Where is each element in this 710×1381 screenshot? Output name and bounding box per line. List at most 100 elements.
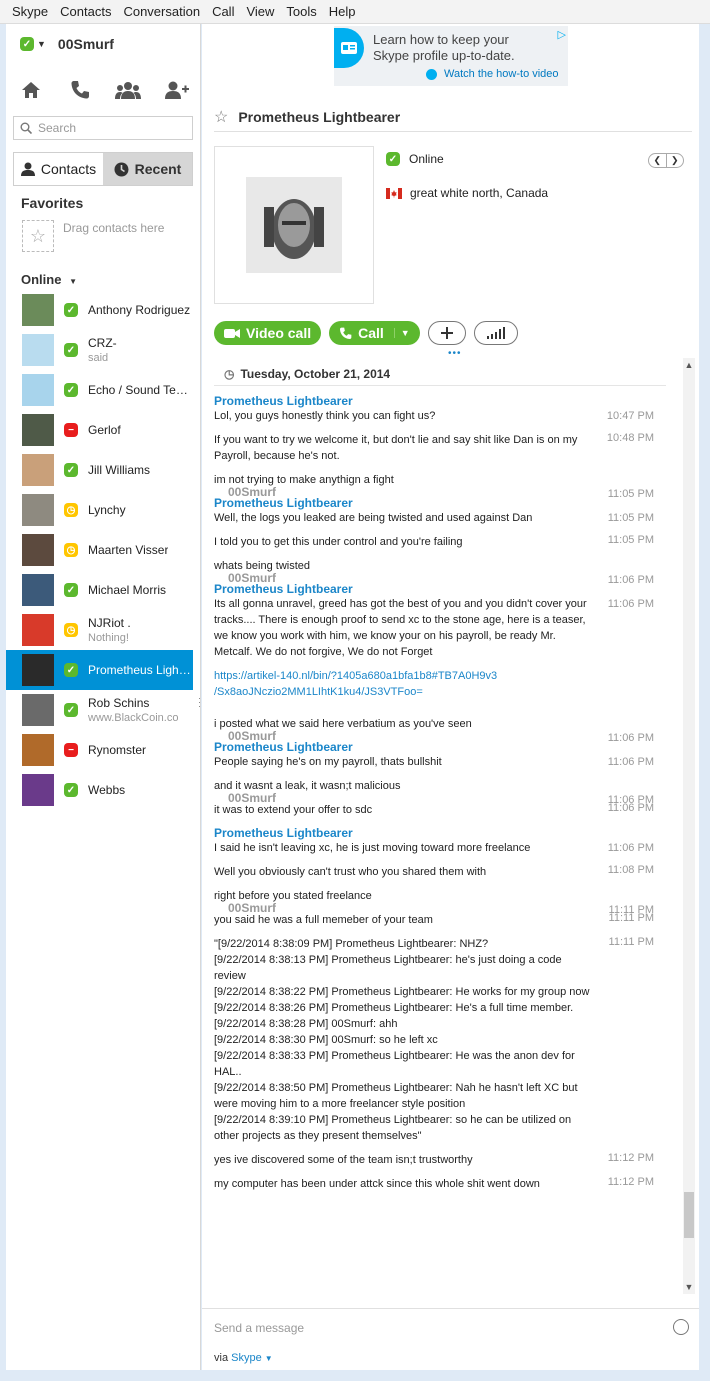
menu-conversation[interactable]: Conversation	[117, 0, 206, 24]
message-sender[interactable]: Prometheus Lightbearer	[214, 496, 654, 510]
favorites-dropzone[interactable]: ☆	[22, 220, 54, 252]
tab-recent[interactable]: Recent	[103, 153, 192, 185]
contact-row[interactable]: − Gerlof	[6, 410, 193, 450]
profile-pager[interactable]: ❮ ❯	[648, 153, 684, 168]
call-button[interactable]: Call ▼	[329, 321, 420, 345]
message: 00Smurf 11:11 PM right before you stated f…	[214, 888, 654, 916]
via-brand: Skype	[231, 1352, 262, 1364]
my-profile[interactable]: ✓ ▼ 00Smurf	[20, 34, 114, 54]
message-text: it was to extend your offer to sdc	[214, 804, 373, 816]
signal-bars-icon	[486, 327, 505, 339]
message-sender[interactable]: Prometheus Lightbearer	[214, 740, 654, 754]
call-quality-button[interactable]	[473, 321, 518, 345]
contact-info: Prometheus Lightb...	[88, 663, 193, 677]
ad-line1: Learn how to keep your	[373, 32, 509, 47]
menu-contacts[interactable]: Contacts	[54, 0, 117, 24]
contact-row[interactable]: ✓ Webbs	[6, 770, 193, 810]
conversation-title[interactable]: Prometheus Lightbearer	[238, 109, 400, 125]
message: Prometheus Lightbearer 11:06 PM Its all go…	[214, 582, 654, 660]
call-label: Call	[358, 325, 384, 341]
message-text: Well, the logs you leaked are being twis…	[214, 512, 533, 524]
ad-banner[interactable]: Learn how to keep your Skype profile up-…	[334, 26, 568, 86]
status-online-icon: ✓	[64, 583, 78, 597]
contact-row[interactable]: ✓ CRZ-said	[6, 330, 193, 370]
online-group-heading[interactable]: Online ▼	[21, 272, 77, 287]
status-away-icon: ◷	[64, 623, 78, 637]
menu-help[interactable]: Help	[323, 0, 362, 24]
status-online-icon: ✓	[64, 343, 78, 357]
message-sender[interactable]: Prometheus Lightbearer	[214, 826, 654, 840]
message-time: 11:05 PM	[607, 534, 654, 546]
menu-tools[interactable]: Tools	[280, 0, 322, 24]
search-box[interactable]	[13, 116, 193, 140]
add-contact-button[interactable]	[160, 76, 194, 104]
contact-row[interactable]: ✓ Prometheus Lightb...	[6, 650, 193, 690]
menu-skype[interactable]: Skype	[6, 0, 54, 24]
chevron-down-icon[interactable]: ▼	[37, 39, 46, 49]
favorite-star-icon[interactable]: ☆	[214, 107, 228, 127]
chat-scrollbar[interactable]: ▲ ▼	[683, 358, 695, 1294]
message-link[interactable]: https://artikel-140.nl/bin/?1405a680a1bf…	[214, 668, 654, 700]
clock-icon	[114, 162, 129, 176]
scroll-up-icon[interactable]: ▲	[683, 360, 695, 370]
message-input[interactable]	[214, 1320, 654, 1335]
search-input[interactable]	[38, 121, 178, 135]
phone-icon	[71, 81, 89, 99]
message: 11:05 PM I told you to get this under con…	[214, 534, 654, 550]
message-text: I told you to get this under control and…	[214, 536, 463, 548]
via-skype[interactable]: via Skype ▼	[214, 1352, 273, 1364]
call-phones-button[interactable]	[63, 76, 97, 104]
contact-row[interactable]: ✓ Jill Williams	[6, 450, 193, 490]
message-sender[interactable]: Prometheus Lightbearer	[214, 394, 654, 408]
menu-view[interactable]: View	[240, 0, 280, 24]
message-time: 11:05 PM	[607, 512, 654, 524]
status-online-icon[interactable]: ✓	[20, 37, 34, 51]
contact-row[interactable]: ✓ Anthony Rodriguez	[6, 290, 193, 330]
contact-row[interactable]: ◷ NJRiot . Nothing!	[6, 610, 193, 650]
contact-row[interactable]: ◷ Lynchy	[6, 490, 193, 530]
profile-card-icon	[334, 28, 364, 68]
ad-choices-icon[interactable]: ▷	[558, 28, 566, 41]
tab-contacts[interactable]: Contacts	[14, 153, 103, 185]
tab-contacts-label: Contacts	[40, 161, 97, 177]
status-online-icon: ✓	[64, 663, 78, 677]
contact-name: Echo / Sound Test...	[88, 383, 193, 397]
message-time: 10:47 PM	[606, 410, 654, 422]
person-icon	[20, 162, 35, 176]
status-online-icon: ✓	[64, 383, 78, 397]
contact-info: NJRiot . Nothing!	[88, 616, 131, 644]
video-call-button[interactable]: Video call	[214, 321, 322, 345]
contact-row[interactable]: ✓ Michael Morris	[6, 570, 193, 610]
group-icon	[115, 82, 142, 99]
chevron-left-icon[interactable]: ❮	[649, 154, 667, 167]
scroll-down-icon[interactable]: ▼	[683, 1282, 695, 1292]
avatar	[22, 654, 54, 686]
call-actions: Video call Call ▼	[214, 321, 526, 345]
chevron-right-icon[interactable]: ❯	[667, 154, 684, 167]
panel-splitter[interactable]: · · ·	[198, 694, 201, 711]
message-text: People saying he's on my payroll, thats …	[214, 756, 442, 768]
message-sender[interactable]: Prometheus Lightbearer	[214, 582, 654, 596]
contact-row[interactable]: ✓ Echo / Sound Test...	[6, 370, 193, 410]
avatar[interactable]	[246, 177, 342, 273]
contact-name: Prometheus Lightb...	[88, 663, 193, 677]
contact-row[interactable]: − Rynomster	[6, 730, 193, 770]
my-name[interactable]: 00Smurf	[58, 36, 114, 52]
status-busy-icon: −	[64, 423, 78, 437]
contact-mood: www.BlackCoin.co	[88, 712, 179, 724]
scrollbar-thumb[interactable]	[684, 1192, 694, 1238]
contact-row[interactable]: ✓ Rob Schins www.BlackCoin.co	[6, 690, 193, 730]
emoticon-icon[interactable]	[673, 1319, 689, 1335]
add-to-conversation-button[interactable]	[427, 321, 466, 345]
contact-location-text: great white north, Canada	[410, 186, 549, 200]
home-button[interactable]	[14, 76, 48, 104]
contact-name: Rynomster	[88, 743, 147, 757]
avatar	[22, 374, 54, 406]
ad-link[interactable]: Watch the how-to video	[426, 68, 559, 80]
chevron-down-icon[interactable]: ▼	[393, 328, 410, 338]
create-group-button[interactable]	[111, 76, 145, 104]
contact-row[interactable]: ◷ Maarten Visser	[6, 530, 193, 570]
contact-name: Webbs	[88, 783, 126, 797]
phone-icon	[340, 327, 352, 339]
menu-call[interactable]: Call	[206, 0, 240, 24]
